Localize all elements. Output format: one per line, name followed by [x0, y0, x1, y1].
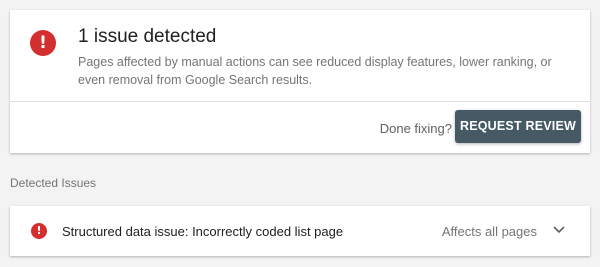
- request-review-button[interactable]: REQUEST REVIEW: [455, 110, 581, 143]
- issue-scope: Affects all pages: [441, 224, 537, 239]
- issue-title: Structured data issue: Incorrectly coded…: [62, 224, 344, 239]
- summary-title: 1 issue detected: [78, 26, 217, 47]
- summary-header: ! 1 issue detected Pages affected by man…: [10, 10, 590, 101]
- error-icon: !: [31, 223, 47, 239]
- chevron-down-icon[interactable]: [551, 222, 567, 238]
- error-icon: !: [30, 30, 56, 56]
- divider: [10, 101, 590, 102]
- detected-issues-heading: Detected Issues: [10, 176, 97, 190]
- done-fixing-prompt: Done fixing?: [379, 121, 452, 136]
- issue-row[interactable]: ! Structured data issue: Incorrectly cod…: [10, 206, 590, 256]
- issue-summary-card: ! 1 issue detected Pages affected by man…: [10, 10, 590, 153]
- summary-description: Pages affected by manual actions can see…: [78, 55, 552, 87]
